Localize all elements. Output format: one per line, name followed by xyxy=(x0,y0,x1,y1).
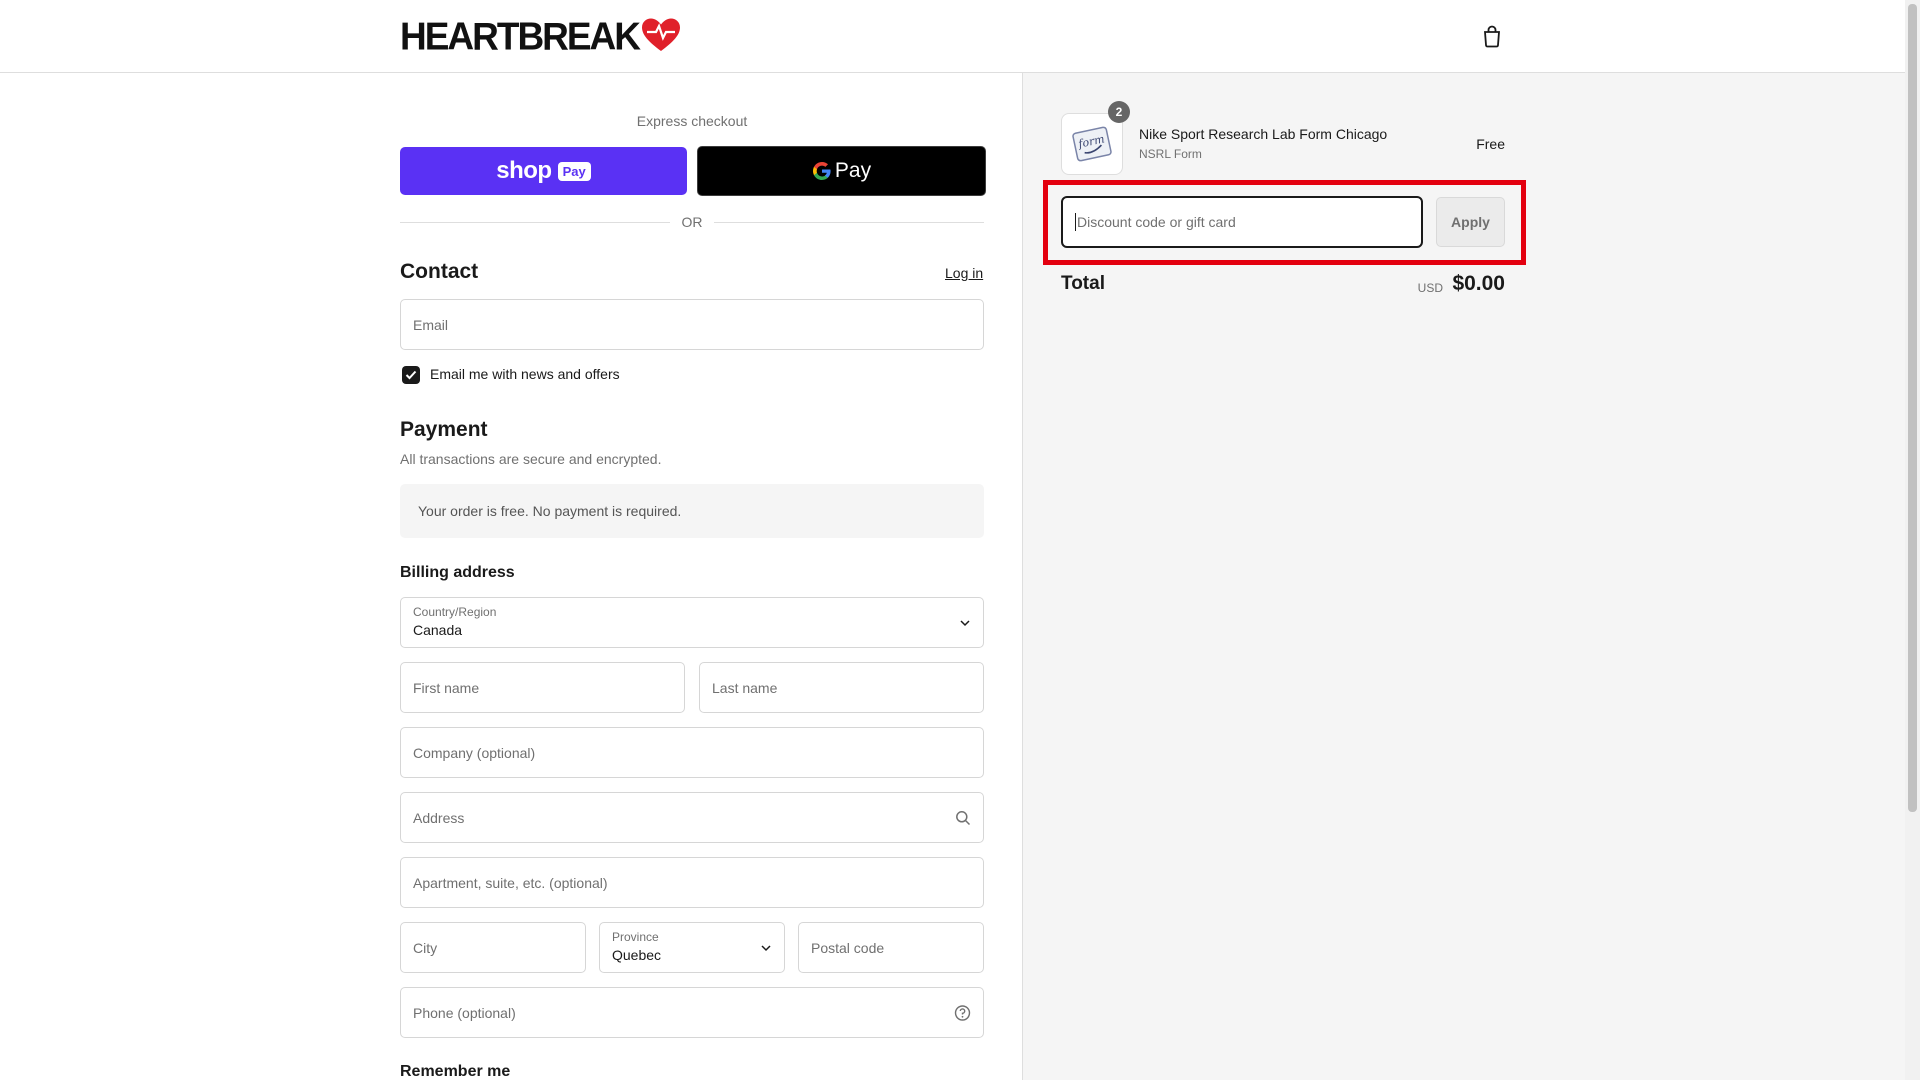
province-value: Quebec xyxy=(612,947,662,963)
product-image: form xyxy=(1072,126,1112,162)
apartment-field[interactable]: Apartment, suite, etc. (optional) xyxy=(400,857,984,908)
free-order-notice: Your order is free. No payment is requir… xyxy=(400,484,984,538)
or-divider-right xyxy=(714,222,984,223)
company-field[interactable]: Company (optional) xyxy=(400,727,984,778)
company-placeholder: Company (optional) xyxy=(413,744,536,761)
address-placeholder: Address xyxy=(413,809,465,826)
city-field[interactable]: City xyxy=(400,922,586,973)
quantity-badge: 2 xyxy=(1108,101,1130,123)
country-label: Country/Region xyxy=(413,605,497,619)
email-field[interactable]: Email xyxy=(400,299,984,350)
phone-field[interactable]: Phone (optional) xyxy=(400,987,984,1038)
page-scrollbar-thumb[interactable] xyxy=(1908,4,1917,812)
last-name-placeholder: Last name xyxy=(712,679,778,696)
login-link[interactable]: Log in xyxy=(945,265,983,281)
last-name-field[interactable]: Last name xyxy=(699,662,984,713)
newsletter-label: Email me with news and offers xyxy=(430,366,620,382)
province-label: Province xyxy=(612,930,659,944)
billing-heading: Billing address xyxy=(400,564,515,581)
apply-discount-button[interactable]: Apply xyxy=(1436,197,1505,247)
checkmark-icon xyxy=(405,370,417,380)
google-g-icon xyxy=(812,162,831,180)
address-field[interactable]: Address xyxy=(400,792,984,843)
email-placeholder: Email xyxy=(413,316,449,333)
shop-pay-pay-badge: Pay xyxy=(557,161,591,181)
google-pay-text: Pay xyxy=(834,159,872,182)
newsletter-checkbox[interactable] xyxy=(402,366,420,384)
product-thumbnail: form xyxy=(1061,113,1123,175)
shop-pay-shop-text: shop xyxy=(496,157,552,184)
shopping-bag-icon[interactable] xyxy=(1482,24,1502,53)
discount-placeholder: Discount code or gift card xyxy=(1077,214,1236,230)
first-name-field[interactable]: First name xyxy=(400,662,685,713)
first-name-placeholder: First name xyxy=(413,679,480,696)
country-select[interactable]: Country/Region Canada xyxy=(400,597,984,648)
payment-heading: Payment xyxy=(400,418,488,441)
payment-subtitle: All transactions are secure and encrypte… xyxy=(400,451,662,467)
shop-pay-button[interactable]: shop Pay xyxy=(400,147,687,195)
free-order-text: Your order is free. No payment is requir… xyxy=(418,503,682,519)
chevron-down-icon xyxy=(960,619,970,626)
brand-logo[interactable]: HEARTBREAK xyxy=(400,15,681,58)
item-price: Free xyxy=(1476,136,1505,152)
total-value: $0.00 xyxy=(1452,272,1505,295)
logo-wordmark: HEARTBREAK xyxy=(400,14,641,58)
item-variant: NSRL Form xyxy=(1139,147,1202,161)
province-select[interactable]: Province Quebec xyxy=(599,922,785,973)
google-pay-button[interactable]: Pay xyxy=(697,146,986,196)
contact-heading: Contact xyxy=(400,260,479,283)
total-currency: USD xyxy=(1417,281,1443,295)
or-divider-left xyxy=(400,222,670,223)
postal-code-placeholder: Postal code xyxy=(811,939,885,956)
country-value: Canada xyxy=(413,622,463,638)
remember-me-heading: Remember me xyxy=(400,1063,511,1080)
item-name: Nike Sport Research Lab Form Chicago xyxy=(1139,126,1388,142)
city-placeholder: City xyxy=(413,939,438,956)
express-checkout-label: Express checkout xyxy=(636,113,748,129)
discount-code-input[interactable]: Discount code or gift card xyxy=(1061,196,1423,248)
heart-icon xyxy=(642,18,680,51)
or-divider-text: OR xyxy=(681,214,703,230)
postal-code-field[interactable]: Postal code xyxy=(798,922,984,973)
apartment-placeholder: Apartment, suite, etc. (optional) xyxy=(413,874,608,891)
text-caret xyxy=(1075,213,1076,231)
help-circle-icon[interactable] xyxy=(954,1004,971,1021)
total-label: Total xyxy=(1061,273,1105,294)
checkout-header: HEARTBREAK xyxy=(0,0,1905,73)
search-icon xyxy=(956,810,971,825)
phone-placeholder: Phone (optional) xyxy=(413,1004,516,1021)
chevron-down-icon xyxy=(761,944,771,951)
